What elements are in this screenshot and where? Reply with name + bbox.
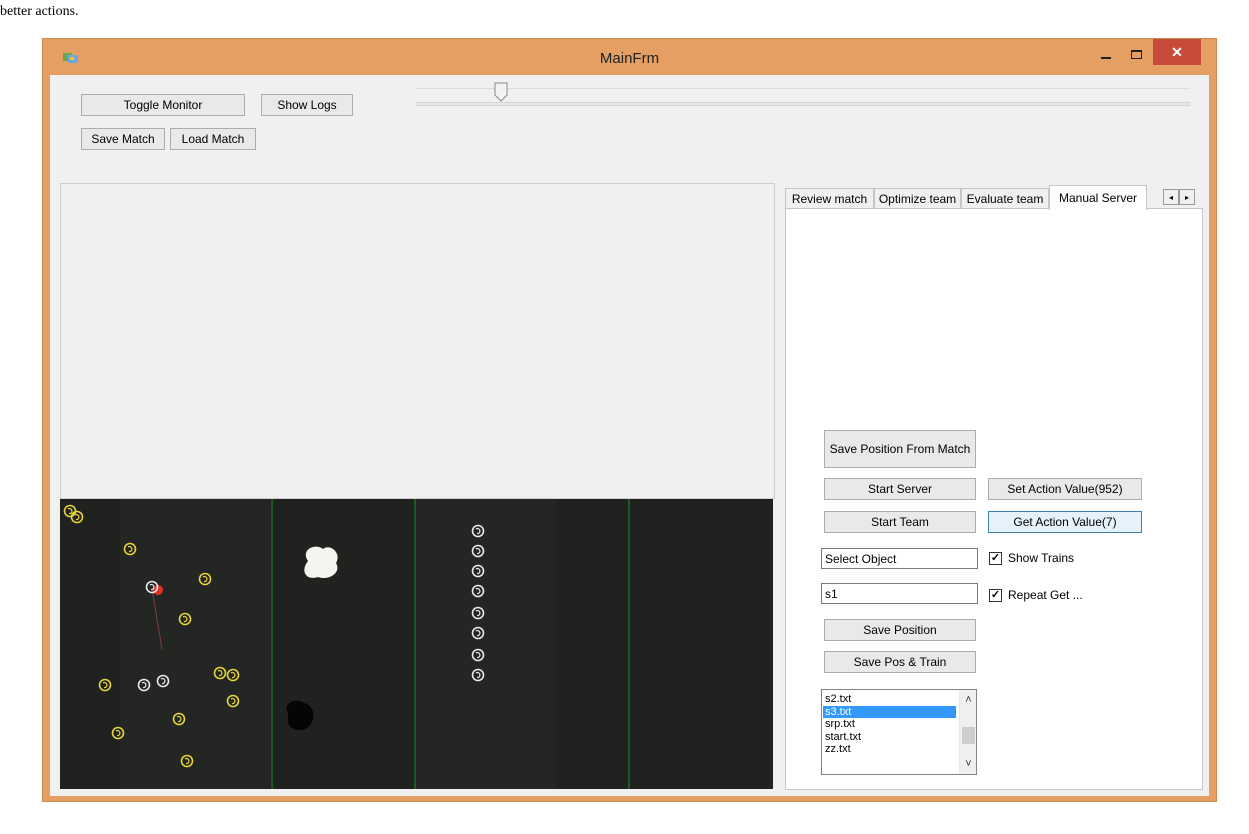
cloud-blob-white <box>304 546 338 579</box>
main-window: MainFrm ✕ Toggle Monitor Show Logs Save … <box>42 38 1217 802</box>
tab-evaluate-team[interactable]: Evaluate team <box>961 188 1049 209</box>
maximize-icon <box>1130 49 1142 59</box>
scroll-thumb[interactable] <box>962 727 975 744</box>
match-slider-track[interactable] <box>416 102 1190 106</box>
checkbox-icon: ✓ <box>989 551 1002 565</box>
scroll-down-icon[interactable]: ˅ <box>960 756 976 772</box>
repeat-get-checkbox[interactable]: ✓ Repeat Get ... <box>989 588 1083 602</box>
file-listbox[interactable]: s2.txt s3.txt srp.txt start.txt zz.txt ˄ ˅ <box>821 689 977 775</box>
show-logs-button[interactable]: Show Logs <box>261 94 353 116</box>
manual-server-page: Save Position From Match Start Server Se… <box>785 208 1203 790</box>
file-list-item[interactable]: s3.txt <box>823 705 956 718</box>
field-canvas <box>60 499 773 789</box>
get-action-value-button[interactable]: Get Action Value(7) <box>988 511 1142 533</box>
window-title: MainFrm <box>599 50 660 67</box>
start-team-button[interactable]: Start Team <box>824 511 976 533</box>
save-position-button[interactable]: Save Position <box>824 619 976 641</box>
close-button[interactable]: ✕ <box>1153 39 1201 65</box>
monitor-panel <box>60 183 775 499</box>
select-object-input[interactable] <box>821 548 978 569</box>
tab-review-match[interactable]: Review match <box>785 188 874 209</box>
app-icon <box>63 53 78 63</box>
minimize-icon <box>1101 57 1111 59</box>
minimize-button[interactable] <box>1093 39 1119 69</box>
save-match-button[interactable]: Save Match <box>81 128 165 150</box>
repeat-get-label: Repeat Get ... <box>1008 588 1083 602</box>
load-match-button[interactable]: Load Match <box>170 128 256 150</box>
start-server-button[interactable]: Start Server <box>824 478 976 500</box>
file-list-item[interactable]: s2.txt <box>823 693 956 705</box>
maximize-button[interactable] <box>1123 39 1149 69</box>
slider-top-line <box>416 88 1190 89</box>
scroll-up-icon[interactable]: ˄ <box>960 692 976 708</box>
field-stripe <box>416 499 556 789</box>
listbox-scrollbar[interactable]: ˄ ˅ <box>959 690 976 774</box>
field-stripe <box>120 499 270 789</box>
file-list-item[interactable]: start.txt <box>823 731 956 743</box>
client-area: Toggle Monitor Show Logs Save Match Load… <box>50 75 1209 796</box>
show-trains-label: Show Trains <box>1008 551 1075 565</box>
save-position-from-match-button[interactable]: Save Position From Match <box>824 430 976 468</box>
file-list-item[interactable]: zz.txt <box>823 743 956 755</box>
match-slider-thumb[interactable] <box>494 82 508 102</box>
save-pos-train-button[interactable]: Save Pos & Train <box>824 651 976 673</box>
tab-scroll-right-icon[interactable]: ▸ <box>1179 189 1195 205</box>
title-bar[interactable]: MainFrm ✕ <box>43 39 1216 75</box>
soccer-field <box>60 499 773 789</box>
page: better actions. MainFrm ✕ Toggle Monitor… <box>0 0 1249 834</box>
toggle-monitor-button[interactable]: Toggle Monitor <box>81 94 245 116</box>
name-input[interactable] <box>821 583 978 604</box>
checkbox-icon: ✓ <box>989 588 1002 602</box>
tab-optimize-team[interactable]: Optimize team <box>874 188 961 209</box>
tab-manual-server[interactable]: Manual Server <box>1049 185 1147 210</box>
show-trains-checkbox[interactable]: ✓ Show Trains <box>989 551 1074 565</box>
tab-scroll-left-icon[interactable]: ◂ <box>1163 189 1179 205</box>
file-list-item[interactable]: srp.txt <box>823 718 956 730</box>
document-caption: better actions. <box>0 4 79 19</box>
set-action-value-button[interactable]: Set Action Value(952) <box>988 478 1142 500</box>
